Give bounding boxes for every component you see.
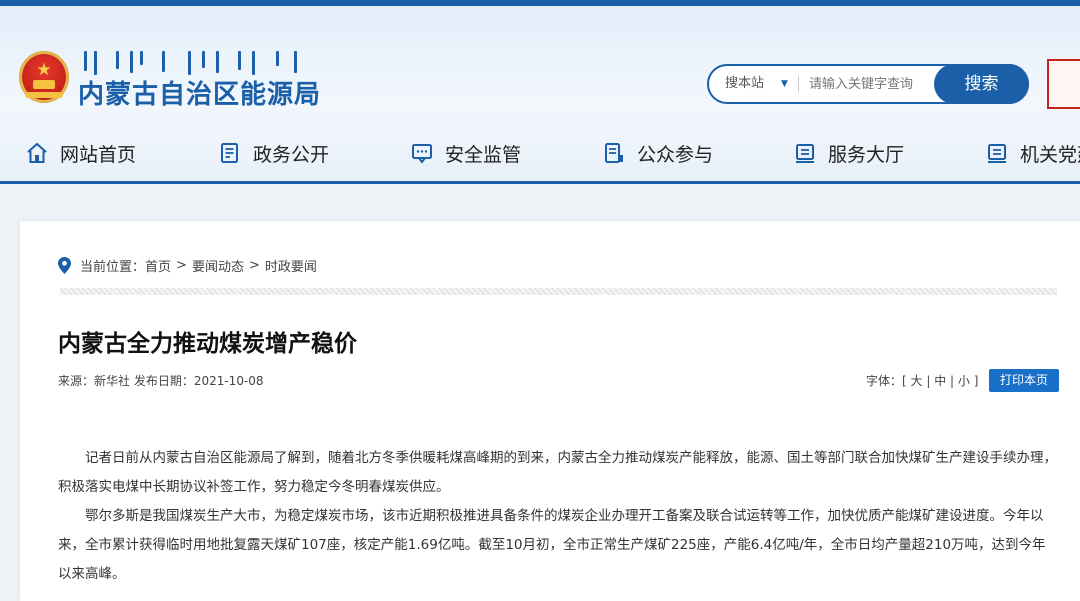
- nav-item-party-building[interactable]: 机关党建: [986, 131, 1080, 175]
- nav-item-safety-supervision[interactable]: 安全监管: [411, 131, 521, 175]
- breadcrumb-home[interactable]: 首页: [145, 256, 171, 275]
- site-search: 搜本站 ▼ 搜索: [707, 64, 1029, 104]
- nav-item-label: 网站首页: [60, 143, 137, 166]
- search-button[interactable]: 搜索: [934, 64, 1029, 104]
- nav-item-label: 机关党建: [1020, 143, 1080, 166]
- font-size-controls: 字体：[ 大 | 中 | 小 ]: [866, 374, 979, 388]
- breadcrumb: 当前位置： 首页 > 要闻动态 > 时政要闻: [58, 256, 317, 275]
- decorative-stripe: [60, 288, 1057, 295]
- national-emblem-icon: ★: [19, 51, 69, 103]
- site-header: ★ 内蒙古自治区能源局 搜本站 ▼ 搜索 内蒙古 网站首页: [0, 6, 1080, 184]
- search-input[interactable]: [809, 72, 931, 96]
- nav-item-service-hall[interactable]: 服务大厅: [794, 131, 904, 175]
- location-pin-icon: [58, 257, 71, 274]
- search-scope-select[interactable]: 搜本站: [725, 66, 764, 102]
- header-divider: [0, 181, 1080, 184]
- print-button[interactable]: 打印本页: [989, 369, 1059, 392]
- nav-item-label: 政务公开: [253, 143, 330, 166]
- breadcrumb-prefix: 当前位置：: [80, 260, 146, 275]
- article-meta: 来源：新华社 发布日期：2021-10-08: [58, 374, 264, 388]
- mongolian-script-title: [80, 51, 308, 77]
- service-icon: [796, 144, 814, 163]
- dropdown-caret-icon[interactable]: ▼: [781, 66, 788, 102]
- article-paragraph: 记者日前从内蒙古自治区能源局了解到，随着北方冬季供暖耗煤高峰期的到来，内蒙古全力…: [58, 450, 1057, 495]
- article-card: 当前位置： 首页 > 要闻动态 > 时政要闻 内蒙古全力推动煤炭增产稳价 来源：…: [20, 221, 1080, 601]
- home-icon: [27, 142, 47, 163]
- party-icon: [988, 144, 1006, 163]
- site-title[interactable]: 内蒙古自治区能源局: [78, 78, 321, 112]
- breadcrumb-separator: >: [176, 258, 187, 273]
- checklist-icon: [605, 143, 623, 163]
- nav-item-public-participation[interactable]: 公众参与: [603, 131, 713, 175]
- search-divider: [798, 76, 799, 92]
- nav-item-home[interactable]: 网站首页: [26, 131, 136, 175]
- nav-item-label: 服务大厅: [828, 143, 905, 166]
- main-navigation: 网站首页 政务公开 安全监管 公众参与 服务大厅 机关党: [0, 131, 1080, 175]
- font-size-label: 字体：: [866, 374, 903, 388]
- article-paragraph: 鄂尔多斯是我国煤炭生产大市，为稳定煤炭市场，该市近期积极推进具备条件的煤炭企业办…: [58, 508, 1046, 582]
- article-body: 记者日前从内蒙古自治区能源局了解到，随着北方冬季供暖耗煤高峰期的到来，内蒙古全力…: [58, 444, 1058, 589]
- font-size-medium[interactable]: 中: [934, 374, 946, 388]
- font-size-small[interactable]: 小: [958, 374, 970, 388]
- monitor-chat-icon: [412, 144, 432, 164]
- article-title: 内蒙古全力推动煤炭增产稳价: [58, 331, 357, 357]
- breadcrumb-news[interactable]: 要闻动态: [192, 256, 244, 275]
- nav-item-gov-affairs[interactable]: 政务公开: [219, 131, 329, 175]
- document-icon: [221, 143, 238, 163]
- nav-item-label: 安全监管: [445, 143, 522, 166]
- font-size-large[interactable]: 大: [911, 374, 923, 388]
- seal-logo: 内蒙古: [1047, 59, 1080, 109]
- breadcrumb-separator: >: [248, 258, 260, 273]
- breadcrumb-current[interactable]: 时政要闻: [265, 256, 317, 275]
- nav-item-label: 公众参与: [637, 143, 714, 166]
